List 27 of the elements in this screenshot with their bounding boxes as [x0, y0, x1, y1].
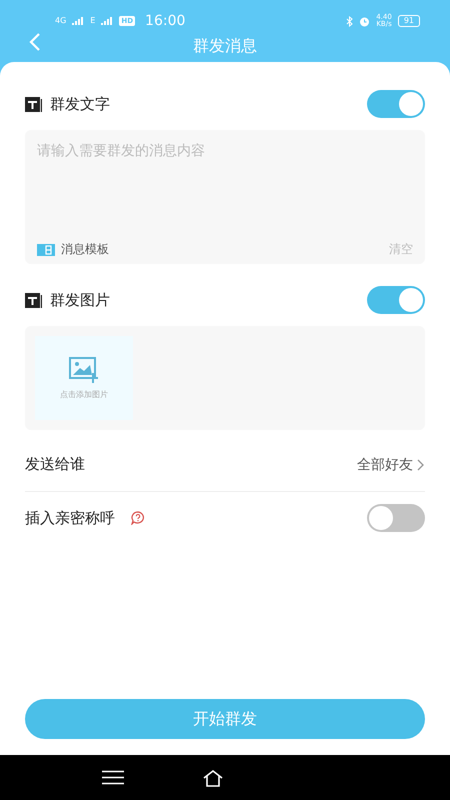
- recipient-selector[interactable]: 全部好友: [357, 456, 425, 474]
- message-field[interactable]: 请输入需要群发的消息内容 消息模板 清空: [25, 130, 425, 264]
- network-label: 4G: [55, 17, 66, 25]
- template-icon: [37, 244, 55, 256]
- clock-time: 16:00: [145, 13, 186, 29]
- section-title: 群发文字: [50, 94, 110, 114]
- chevron-right-icon: [417, 458, 425, 470]
- section-title: 群发图片: [50, 290, 110, 310]
- bluetooth-icon: [346, 16, 354, 26]
- signal-icon: [72, 17, 84, 25]
- text-icon: [25, 292, 42, 308]
- add-image-icon: [69, 356, 99, 382]
- page-title: 群发消息: [193, 36, 257, 57]
- text-icon: [25, 96, 42, 112]
- setting-label: 插入亲密称呼: [25, 508, 115, 528]
- toggle-switch[interactable]: [367, 286, 425, 314]
- network-label: E: [90, 17, 96, 25]
- toggle-switch[interactable]: [367, 504, 425, 532]
- signal-icon: [101, 17, 114, 25]
- alarm-icon: [359, 16, 370, 26]
- help-icon[interactable]: [131, 511, 145, 525]
- toggle-switch[interactable]: [367, 90, 425, 118]
- menu-icon[interactable]: [102, 770, 124, 785]
- setting-label: 发送给谁: [25, 455, 85, 474]
- template-button[interactable]: 消息模板: [37, 241, 109, 258]
- battery-level: 91: [398, 15, 420, 27]
- home-icon[interactable]: [202, 768, 224, 786]
